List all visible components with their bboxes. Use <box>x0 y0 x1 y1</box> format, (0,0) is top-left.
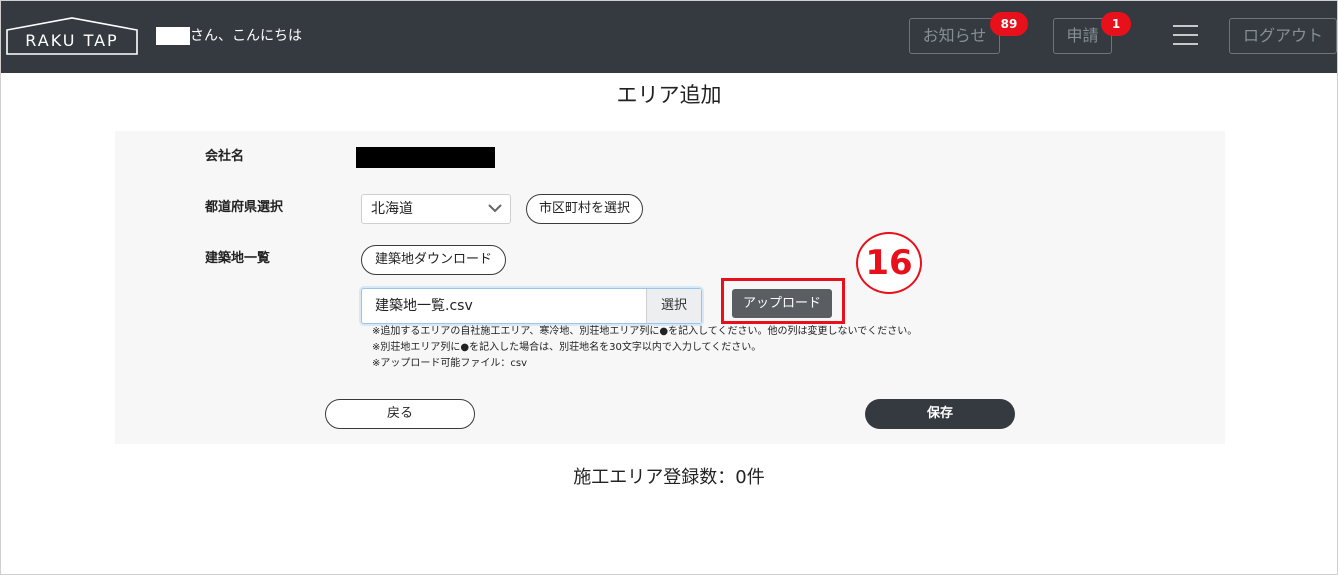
site-download-button[interactable]: 建築地ダウンロード <box>361 245 506 275</box>
greeting-text: さん、こんにちは <box>190 28 302 44</box>
csv-file-input[interactable]: 建築地一覧.csv 選択 <box>361 288 702 324</box>
news-button-label: お知らせ <box>922 26 987 45</box>
logo-text: RAKU TAP <box>25 31 119 50</box>
application-button-label: 申請 <box>1066 26 1099 45</box>
file-name-text: 建築地一覧.csv <box>375 298 473 314</box>
page-title: エリア追加 <box>616 83 722 107</box>
hamburger-menu-icon[interactable] <box>1173 25 1198 47</box>
logout-button[interactable]: ログアウト <box>1229 18 1337 54</box>
annotation-step-number: 16 <box>856 232 922 294</box>
upload-note: ※別荘地エリア列に●を記入した場合は、別荘地名を30文字以内で入力してください。 <box>372 342 762 353</box>
news-button[interactable]: お知らせ <box>909 18 1000 54</box>
top-navbar: RAKU TAP さん、こんにちは お知らせ 89 申請 1 ログアウト <box>1 1 1337 73</box>
upload-notes: ※追加するエリアの自社施工エリア、寒冷地、別荘地エリア列に●を記入してください。… <box>372 324 917 372</box>
company-name-label: 会社名 <box>205 149 245 164</box>
save-button[interactable]: 保存 <box>865 399 1015 429</box>
raku-tap-logo[interactable]: RAKU TAP <box>6 17 138 55</box>
back-button[interactable]: 戻る <box>325 399 475 429</box>
file-select-button[interactable]: 選択 <box>646 289 701 323</box>
site-list-label: 建築地一覧 <box>205 251 271 266</box>
application-count-badge: 1 <box>1101 12 1131 36</box>
prefecture-select[interactable]: 北海道 <box>361 194 511 224</box>
upload-note: ※追加するエリアの自社施工エリア、寒冷地、別荘地エリア列に●を記入してください。… <box>372 326 918 337</box>
news-count-badge: 89 <box>990 12 1028 36</box>
upload-note: ※アップロード可能ファイル：csv <box>372 358 528 369</box>
prefecture-selected-value: 北海道 <box>371 201 413 217</box>
registered-area-count: 施工エリア登録数：0件 <box>573 467 765 488</box>
chevron-down-icon <box>488 204 502 213</box>
annotation-highlight-box <box>721 278 845 324</box>
redacted-company-name <box>356 147 495 168</box>
redacted-user-name <box>156 27 190 45</box>
select-city-button[interactable]: 市区町村を選択 <box>526 194 643 224</box>
prefecture-label: 都道府県選択 <box>205 200 284 215</box>
logout-button-label: ログアウト <box>1242 26 1323 45</box>
